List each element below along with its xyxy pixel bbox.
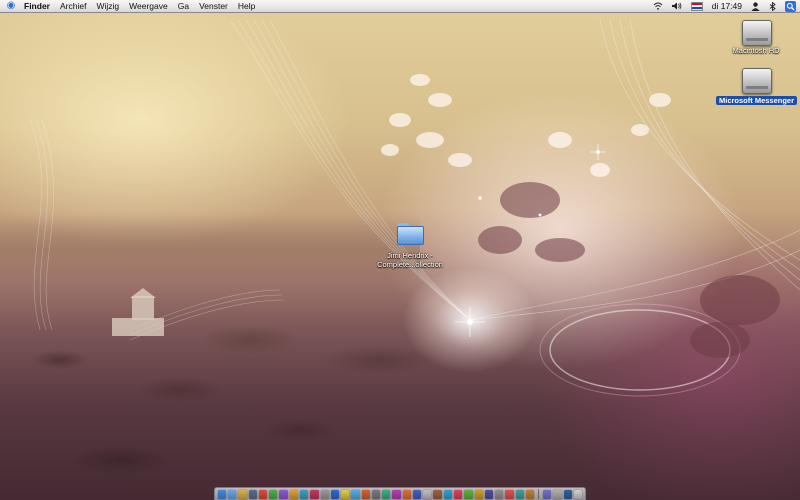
dock-app-icon[interactable]	[563, 489, 572, 499]
dock-app-icon[interactable]	[279, 489, 288, 499]
hard-drive-icon[interactable]	[742, 20, 772, 46]
menu-extras: di 17:49	[653, 0, 796, 12]
menu-wijzig[interactable]: Wijzig	[91, 0, 124, 12]
dock-app-icon[interactable]	[433, 489, 442, 499]
dock-app-icon[interactable]	[310, 489, 319, 499]
dock-app-icon[interactable]	[238, 489, 247, 499]
menu-ga[interactable]: Ga	[173, 0, 194, 12]
dock-separator	[538, 489, 540, 499]
dock	[214, 487, 586, 500]
dock-app-icon[interactable]	[553, 489, 562, 499]
dock-app-icon[interactable]	[525, 489, 535, 499]
dock-app-icon[interactable]	[464, 489, 473, 499]
dock-app-icon[interactable]	[320, 489, 329, 499]
disk-image-icon[interactable]	[742, 68, 772, 94]
dock-app-icon[interactable]	[330, 489, 340, 499]
apple-logo-icon[interactable]: ◉	[0, 0, 22, 12]
dock-app-icon[interactable]	[361, 489, 370, 499]
dock-app-icon[interactable]	[228, 489, 237, 499]
wallpaper-art	[29, 19, 800, 397]
dock-app-icon[interactable]	[543, 489, 552, 499]
dock-app-icon[interactable]	[443, 489, 452, 499]
desktop-label-microsoft-messenger[interactable]: Microsoft Messenger	[716, 96, 798, 105]
desktop-label-line-2: Complete...ollection	[377, 260, 443, 269]
menu-clock[interactable]: di 17:49	[712, 0, 742, 12]
dock-app-icon[interactable]	[289, 489, 299, 499]
dock-app-icon[interactable]	[300, 489, 309, 499]
dock-app-icon[interactable]	[269, 489, 278, 499]
dock-app-icon[interactable]	[484, 489, 494, 499]
wifi-icon[interactable]	[653, 2, 663, 10]
folder-icon[interactable]	[397, 223, 424, 245]
dock-app-icon[interactable]	[341, 489, 350, 499]
dock-app-icon[interactable]	[382, 489, 391, 499]
dock-app-icon[interactable]	[258, 489, 268, 499]
dock-app-icon[interactable]	[392, 489, 401, 499]
dock-app-icon[interactable]	[371, 489, 381, 499]
dock-app-icon[interactable]	[495, 489, 504, 499]
dock-app-icon[interactable]	[474, 489, 483, 499]
user-icon[interactable]	[751, 1, 760, 11]
desktop-wallpaper	[0, 0, 800, 500]
menu-finder[interactable]: Finder	[22, 0, 55, 12]
menu-help[interactable]: Help	[233, 0, 260, 12]
bluetooth-icon[interactable]	[769, 1, 776, 11]
menu-archief[interactable]: Archief	[55, 0, 91, 12]
dock-app-icon[interactable]	[217, 489, 227, 499]
menu-venster[interactable]: Venster	[194, 0, 233, 12]
dock-app-icon[interactable]	[412, 489, 422, 499]
flag-nl-icon[interactable]	[690, 1, 703, 11]
dock-app-icon[interactable]	[505, 489, 514, 499]
dock-app-icon[interactable]	[515, 489, 524, 499]
menu-weergave[interactable]: Weergave	[124, 0, 173, 12]
dock-app-icon[interactable]	[248, 489, 257, 499]
desktop-label-line-1: Jimi Hendrix -	[387, 251, 433, 260]
desktop-label-jimi-hendrix[interactable]: Jimi Hendrix - Complete...ollection	[370, 251, 450, 269]
volume-icon[interactable]	[671, 2, 682, 10]
dock-app-icon[interactable]	[351, 489, 360, 499]
menu-bar: ◉ Finder Archief Wijzig Weergave Ga Vens…	[0, 0, 800, 13]
folder-body	[397, 226, 424, 245]
dock-app-icon[interactable]	[402, 489, 411, 499]
spotlight-icon[interactable]	[785, 0, 796, 12]
dock-app-icon[interactable]	[573, 489, 583, 499]
dock-app-icon[interactable]	[423, 489, 432, 499]
dock-app-icon[interactable]	[454, 489, 463, 499]
desktop-label-macintosh-hd[interactable]: Macintosh HD	[726, 46, 786, 55]
